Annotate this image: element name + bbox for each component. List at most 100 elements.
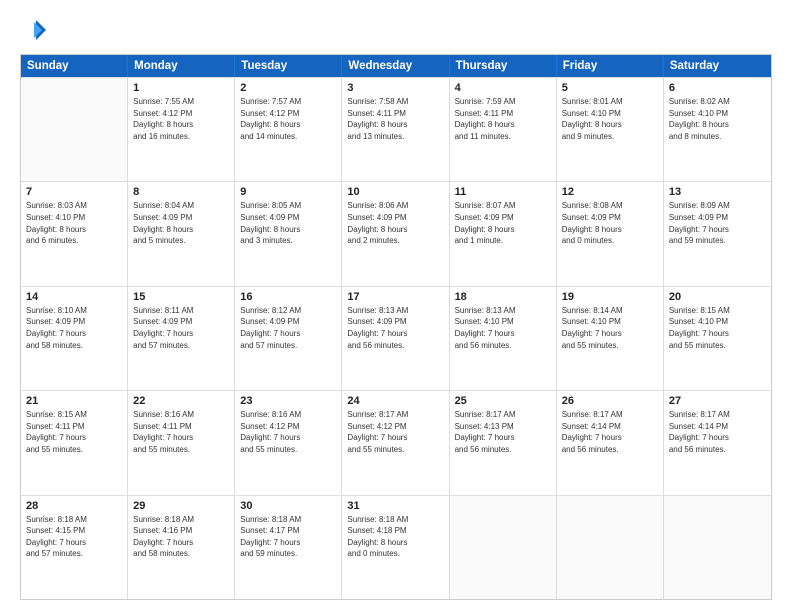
day-detail: Sunrise: 8:04 AM Sunset: 4:09 PM Dayligh… [133, 200, 229, 246]
day-number: 18 [455, 291, 551, 303]
cal-cell-1-2: 9 Sunrise: 8:05 AM Sunset: 4:09 PM Daylig… [235, 182, 342, 285]
day-number: 7 [26, 186, 122, 198]
day-number: 14 [26, 291, 122, 303]
cal-cell-4-0: 28 Sunrise: 8:18 AM Sunset: 4:15 PM Dayli… [21, 496, 128, 599]
cal-cell-2-4: 18 Sunrise: 8:13 AM Sunset: 4:10 PM Dayli… [450, 287, 557, 390]
cal-cell-2-6: 20 Sunrise: 8:15 AM Sunset: 4:10 PM Dayli… [664, 287, 771, 390]
day-number: 19 [562, 291, 658, 303]
day-detail: Sunrise: 8:03 AM Sunset: 4:10 PM Dayligh… [26, 200, 122, 246]
cal-cell-0-1: 1Sunrise: 7:55 AM Sunset: 4:12 PM Daylig… [128, 78, 235, 181]
logo [20, 16, 52, 44]
day-detail: Sunrise: 7:58 AM Sunset: 4:11 PM Dayligh… [347, 96, 443, 142]
day-detail: Sunrise: 8:07 AM Sunset: 4:09 PM Dayligh… [455, 200, 551, 246]
day-number: 21 [26, 395, 122, 407]
day-detail: Sunrise: 8:09 AM Sunset: 4:09 PM Dayligh… [669, 200, 766, 246]
week-row-0: 1Sunrise: 7:55 AM Sunset: 4:12 PM Daylig… [21, 77, 771, 181]
day-detail: Sunrise: 8:17 AM Sunset: 4:12 PM Dayligh… [347, 409, 443, 455]
day-detail: Sunrise: 8:13 AM Sunset: 4:09 PM Dayligh… [347, 305, 443, 351]
day-number: 15 [133, 291, 229, 303]
day-detail: Sunrise: 8:06 AM Sunset: 4:09 PM Dayligh… [347, 200, 443, 246]
day-detail: Sunrise: 8:02 AM Sunset: 4:10 PM Dayligh… [669, 96, 766, 142]
header-day-friday: Friday [557, 55, 664, 77]
cal-cell-4-1: 29Sunrise: 8:18 AM Sunset: 4:16 PM Dayli… [128, 496, 235, 599]
day-detail: Sunrise: 8:05 AM Sunset: 4:09 PM Dayligh… [240, 200, 336, 246]
cal-cell-3-2: 23 Sunrise: 8:16 AM Sunset: 4:12 PM Dayli… [235, 391, 342, 494]
cal-cell-2-5: 19 Sunrise: 8:14 AM Sunset: 4:10 PM Dayli… [557, 287, 664, 390]
cal-cell-0-5: 5 Sunrise: 8:01 AM Sunset: 4:10 PM Daylig… [557, 78, 664, 181]
week-row-1: 7 Sunrise: 8:03 AM Sunset: 4:10 PM Daylig… [21, 181, 771, 285]
cal-cell-4-2: 30 Sunrise: 8:18 AM Sunset: 4:17 PM Dayli… [235, 496, 342, 599]
header-day-saturday: Saturday [664, 55, 771, 77]
cal-cell-4-4 [450, 496, 557, 599]
week-row-2: 14 Sunrise: 8:10 AM Sunset: 4:09 PM Dayli… [21, 286, 771, 390]
day-number: 25 [455, 395, 551, 407]
day-detail: Sunrise: 8:14 AM Sunset: 4:10 PM Dayligh… [562, 305, 658, 351]
day-detail: Sunrise: 8:11 AM Sunset: 4:09 PM Dayligh… [133, 305, 229, 351]
cal-cell-0-4: 4 Sunrise: 7:59 AM Sunset: 4:11 PM Daylig… [450, 78, 557, 181]
cal-cell-3-1: 22 Sunrise: 8:16 AM Sunset: 4:11 PM Dayli… [128, 391, 235, 494]
cal-cell-0-3: 3 Sunrise: 7:58 AM Sunset: 4:11 PM Daylig… [342, 78, 449, 181]
day-number: 13 [669, 186, 766, 198]
day-number: 3 [347, 82, 443, 94]
cal-cell-3-0: 21Sunrise: 8:15 AM Sunset: 4:11 PM Dayli… [21, 391, 128, 494]
day-detail: Sunrise: 8:16 AM Sunset: 4:11 PM Dayligh… [133, 409, 229, 455]
day-detail: Sunrise: 8:17 AM Sunset: 4:14 PM Dayligh… [562, 409, 658, 455]
cal-cell-0-6: 6Sunrise: 8:02 AM Sunset: 4:10 PM Daylig… [664, 78, 771, 181]
cal-cell-1-1: 8Sunrise: 8:04 AM Sunset: 4:09 PM Daylig… [128, 182, 235, 285]
day-number: 24 [347, 395, 443, 407]
cal-cell-3-4: 25 Sunrise: 8:17 AM Sunset: 4:13 PM Dayli… [450, 391, 557, 494]
day-number: 30 [240, 500, 336, 512]
day-number: 29 [133, 500, 229, 512]
day-detail: Sunrise: 8:13 AM Sunset: 4:10 PM Dayligh… [455, 305, 551, 351]
day-number: 9 [240, 186, 336, 198]
calendar-header: SundayMondayTuesdayWednesdayThursdayFrid… [21, 55, 771, 77]
cal-cell-2-1: 15 Sunrise: 8:11 AM Sunset: 4:09 PM Dayli… [128, 287, 235, 390]
day-detail: Sunrise: 8:08 AM Sunset: 4:09 PM Dayligh… [562, 200, 658, 246]
cal-cell-3-5: 26Sunrise: 8:17 AM Sunset: 4:14 PM Dayli… [557, 391, 664, 494]
cal-cell-3-6: 27 Sunrise: 8:17 AM Sunset: 4:14 PM Dayli… [664, 391, 771, 494]
header [20, 16, 772, 44]
cal-cell-1-3: 10Sunrise: 8:06 AM Sunset: 4:09 PM Dayli… [342, 182, 449, 285]
cal-cell-3-3: 24 Sunrise: 8:17 AM Sunset: 4:12 PM Dayli… [342, 391, 449, 494]
cal-cell-2-3: 17 Sunrise: 8:13 AM Sunset: 4:09 PM Dayli… [342, 287, 449, 390]
day-number: 16 [240, 291, 336, 303]
day-detail: Sunrise: 7:59 AM Sunset: 4:11 PM Dayligh… [455, 96, 551, 142]
week-row-4: 28 Sunrise: 8:18 AM Sunset: 4:15 PM Dayli… [21, 495, 771, 599]
calendar-body: 1Sunrise: 7:55 AM Sunset: 4:12 PM Daylig… [21, 77, 771, 599]
day-number: 23 [240, 395, 336, 407]
day-number: 5 [562, 82, 658, 94]
day-detail: Sunrise: 8:10 AM Sunset: 4:09 PM Dayligh… [26, 305, 122, 351]
day-number: 31 [347, 500, 443, 512]
day-detail: Sunrise: 8:17 AM Sunset: 4:13 PM Dayligh… [455, 409, 551, 455]
day-detail: Sunrise: 8:17 AM Sunset: 4:14 PM Dayligh… [669, 409, 766, 455]
header-day-sunday: Sunday [21, 55, 128, 77]
day-detail: Sunrise: 8:12 AM Sunset: 4:09 PM Dayligh… [240, 305, 336, 351]
page: SundayMondayTuesdayWednesdayThursdayFrid… [0, 0, 792, 612]
day-detail: Sunrise: 7:57 AM Sunset: 4:12 PM Dayligh… [240, 96, 336, 142]
day-detail: Sunrise: 8:18 AM Sunset: 4:17 PM Dayligh… [240, 514, 336, 560]
header-day-thursday: Thursday [450, 55, 557, 77]
cal-cell-2-0: 14 Sunrise: 8:10 AM Sunset: 4:09 PM Dayli… [21, 287, 128, 390]
week-row-3: 21Sunrise: 8:15 AM Sunset: 4:11 PM Dayli… [21, 390, 771, 494]
day-number: 12 [562, 186, 658, 198]
day-number: 17 [347, 291, 443, 303]
cal-cell-4-6 [664, 496, 771, 599]
header-day-wednesday: Wednesday [342, 55, 449, 77]
cal-cell-1-6: 13 Sunrise: 8:09 AM Sunset: 4:09 PM Dayli… [664, 182, 771, 285]
header-day-monday: Monday [128, 55, 235, 77]
day-detail: Sunrise: 8:16 AM Sunset: 4:12 PM Dayligh… [240, 409, 336, 455]
day-number: 20 [669, 291, 766, 303]
day-detail: Sunrise: 8:01 AM Sunset: 4:10 PM Dayligh… [562, 96, 658, 142]
cal-cell-1-4: 11 Sunrise: 8:07 AM Sunset: 4:09 PM Dayli… [450, 182, 557, 285]
day-number: 11 [455, 186, 551, 198]
cal-cell-0-0 [21, 78, 128, 181]
day-number: 2 [240, 82, 336, 94]
day-number: 22 [133, 395, 229, 407]
cal-cell-0-2: 2 Sunrise: 7:57 AM Sunset: 4:12 PM Daylig… [235, 78, 342, 181]
day-number: 4 [455, 82, 551, 94]
day-detail: Sunrise: 8:15 AM Sunset: 4:10 PM Dayligh… [669, 305, 766, 351]
cal-cell-4-3: 31Sunrise: 8:18 AM Sunset: 4:18 PM Dayli… [342, 496, 449, 599]
day-detail: Sunrise: 8:18 AM Sunset: 4:15 PM Dayligh… [26, 514, 122, 560]
day-number: 28 [26, 500, 122, 512]
day-number: 27 [669, 395, 766, 407]
